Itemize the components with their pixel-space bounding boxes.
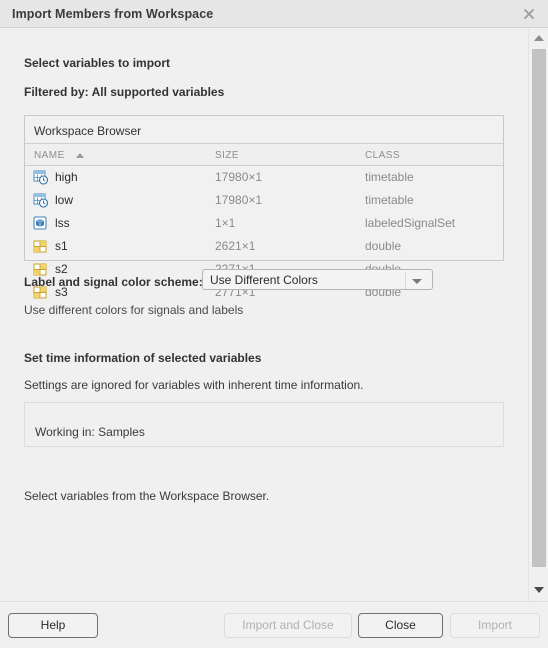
set-time-heading: Set time information of selected variabl… — [24, 351, 262, 365]
cell-size: 1×1 — [215, 216, 236, 230]
cell-size: 17980×1 — [215, 193, 263, 207]
close-button[interactable]: Close — [358, 613, 443, 638]
select-variables-label: Select variables to import — [24, 56, 171, 70]
close-icon[interactable] — [519, 5, 539, 23]
sort-ascending-icon — [76, 153, 84, 158]
matrix-icon — [33, 239, 49, 254]
import-and-close-button: Import and Close — [224, 613, 352, 638]
table-row[interactable]: low 17980×1 timetable — [25, 189, 503, 212]
cell-name: s2 — [55, 262, 68, 276]
color-scheme-hint: Use different colors for signals and lab… — [24, 303, 244, 317]
cell-name: lss — [55, 216, 70, 230]
column-header-class[interactable]: CLASS — [365, 150, 400, 161]
table-header-row: NAME SIZE CLASS — [25, 143, 503, 166]
cell-class: labeledSignalSet — [365, 216, 456, 230]
timetable-icon — [33, 170, 49, 185]
color-scheme-dropdown[interactable]: Use Different Colors — [202, 269, 433, 290]
working-in-label: Working in: Samples — [35, 425, 145, 439]
dialog-footer: Help Import and Close Close Import — [0, 601, 548, 648]
cell-class: double — [365, 239, 402, 253]
cell-size: 2621×1 — [215, 239, 256, 253]
labeled-signal-set-icon — [33, 216, 49, 231]
cell-name: s1 — [55, 239, 68, 253]
working-in-panel: Working in: Samples — [24, 402, 504, 447]
title-bar: Import Members from Workspace — [0, 0, 548, 28]
table-row[interactable]: lss 1×1 labeledSignalSet — [25, 212, 503, 235]
chevron-down-icon — [412, 279, 422, 284]
status-text: Select variables from the Workspace Brow… — [24, 489, 270, 503]
scroll-up-arrow-icon[interactable] — [534, 35, 544, 41]
filtered-by-label: Filtered by: All supported variables — [24, 85, 225, 99]
color-scheme-value: Use Different Colors — [210, 273, 318, 287]
scrollbar-thumb[interactable] — [532, 49, 546, 567]
cell-name: low — [55, 193, 74, 207]
timetable-icon — [33, 193, 49, 208]
set-time-hint: Settings are ignored for variables with … — [24, 378, 364, 392]
table-row[interactable]: s1 2621×1 double — [25, 235, 503, 258]
workspace-browser-panel: Workspace Browser NAME SIZE CLASS high 1… — [24, 115, 504, 299]
column-header-name[interactable]: NAME — [34, 150, 65, 161]
cell-class: timetable — [365, 193, 414, 207]
column-header-size[interactable]: SIZE — [215, 150, 239, 161]
help-button[interactable]: Help — [8, 613, 98, 638]
table-body: high 17980×1 timetable low 17980×1 timet — [25, 166, 503, 299]
cell-class: timetable — [365, 170, 414, 184]
table-row[interactable]: high 17980×1 timetable — [25, 166, 503, 189]
vertical-scrollbar[interactable] — [528, 29, 548, 601]
color-scheme-label: Label and signal color scheme: — [24, 275, 203, 289]
workspace-browser-caption: Workspace Browser — [34, 124, 142, 138]
dropdown-divider — [405, 272, 406, 289]
scroll-down-arrow-icon[interactable] — [534, 587, 544, 593]
dialog-content: Select variables to import Filtered by: … — [0, 29, 528, 601]
import-button: Import — [450, 613, 540, 638]
cell-size: 17980×1 — [215, 170, 263, 184]
cell-name: high — [55, 170, 78, 184]
window-title: Import Members from Workspace — [12, 7, 214, 21]
